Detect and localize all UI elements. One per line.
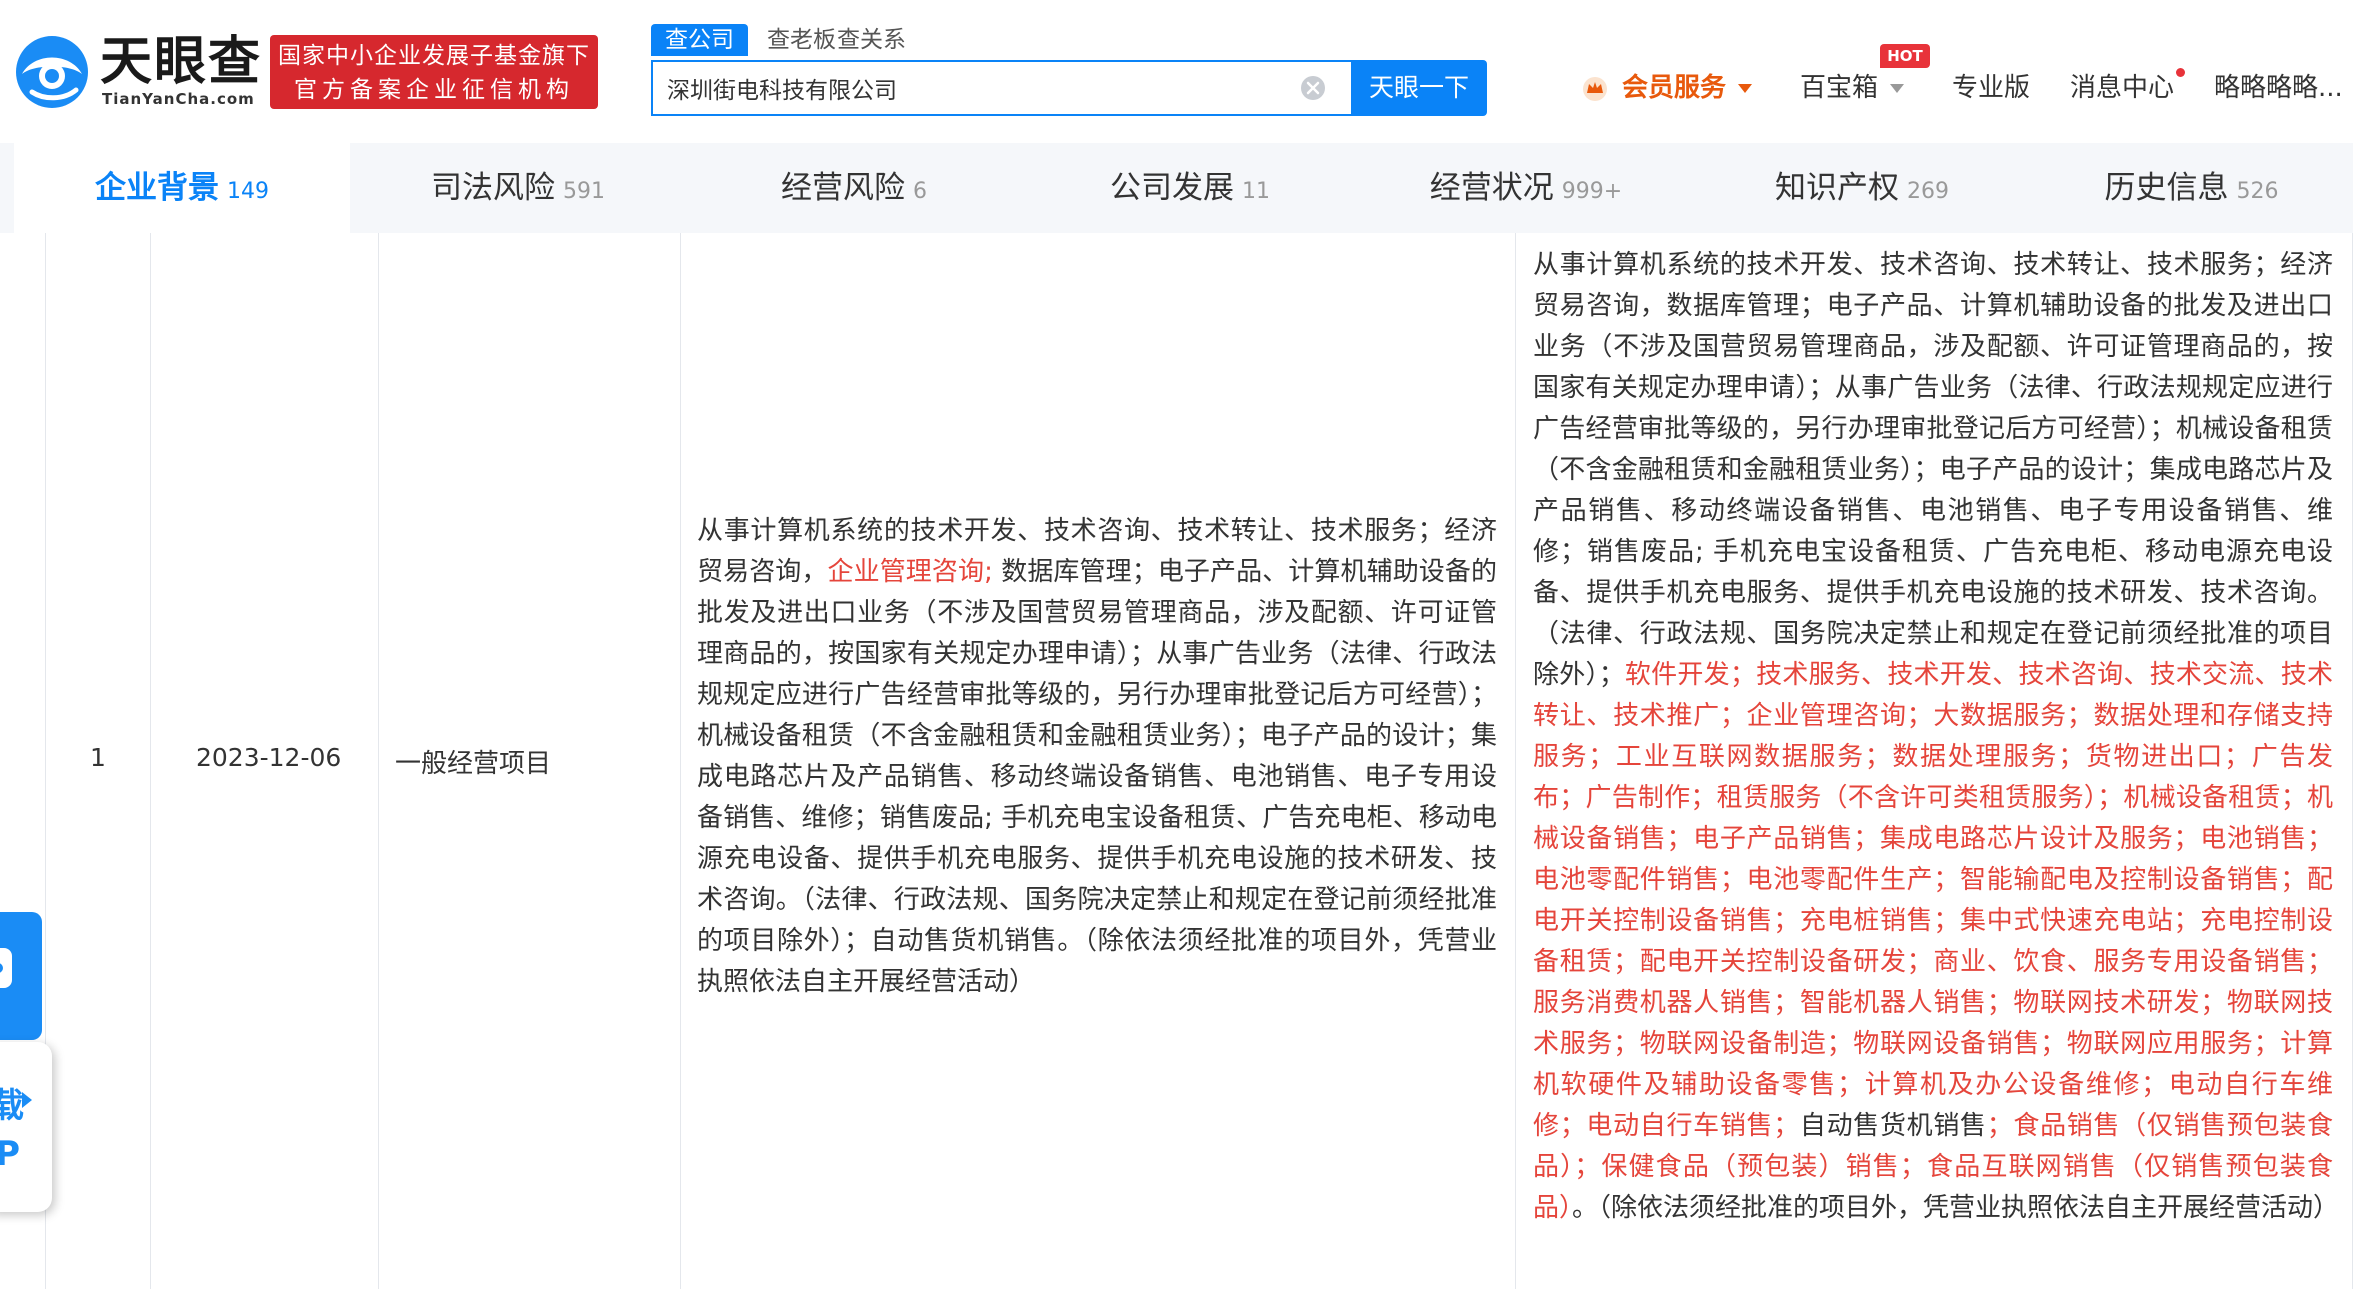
chevron-down-icon	[1890, 84, 1905, 93]
column-divider	[680, 233, 681, 1289]
brand-domain: TianYanCha.com	[102, 90, 255, 108]
chat-icon	[0, 948, 12, 988]
tab-count: 591	[563, 179, 605, 204]
tab-count: 999+	[1561, 179, 1623, 204]
chevron-down-icon	[1738, 84, 1753, 93]
vip-service-menu[interactable]: 会员服务	[1622, 66, 1753, 110]
brand-name: 天眼查	[100, 32, 263, 92]
tab-search-boss[interactable]: 查老板	[767, 24, 836, 56]
pro-version-link[interactable]: 专业版	[1952, 66, 2030, 110]
column-divider	[150, 233, 151, 1289]
column-divider	[1515, 233, 1516, 1289]
change-item: 一般经营项目	[395, 749, 552, 779]
after-text: 自动售货机销售	[1799, 1111, 1987, 1141]
tab-label: 历史信息	[2104, 170, 2229, 206]
badge-line-2: 官方备案企业征信机构	[294, 77, 574, 103]
before-text: 数据库管理；电子产品、计算机辅助设备的批发及进出口业务（不涉及国营贸易管理商品，…	[697, 557, 1497, 997]
download-app-char: P	[0, 1134, 20, 1174]
after-highlight: 软件开发；技术服务、技术开发、技术咨询、技术交流、技术转让、技术推广；企业管理咨…	[1533, 660, 2333, 1141]
user-menu[interactable]: 略略略略...	[2214, 66, 2343, 110]
tab-company-development[interactable]: 公司发展 11	[1022, 143, 1358, 233]
search-input[interactable]	[667, 62, 1277, 114]
tab-company-background[interactable]: 企业背景 149	[14, 143, 350, 233]
search-box	[651, 60, 1351, 116]
tab-business-status[interactable]: 经营状况 999+	[1358, 143, 1694, 233]
tab-count: 149	[227, 179, 269, 204]
download-app-char: 载	[0, 1086, 24, 1126]
change-date: 2023-12-06	[196, 743, 342, 772]
vip-service-label: 会员服务	[1622, 73, 1727, 103]
official-badge: 国家中小企业发展子基金旗下 官方备案企业征信机构	[270, 35, 598, 109]
content-after-change: 从事计算机系统的技术开发、技术咨询、技术转让、技术服务；经济贸易咨询，数据库管理…	[1533, 245, 2339, 1229]
after-text: 。（除依法须经批准的项目外，凭营业执照依法自主开展经营活动）	[1572, 1193, 2340, 1223]
tab-count: 526	[2236, 179, 2279, 204]
tab-label: 企业背景	[95, 170, 219, 206]
download-app-text: 载 P	[0, 1082, 24, 1178]
tab-count: 11	[1242, 179, 1270, 204]
message-center-link[interactable]: 消息中心	[2070, 66, 2174, 110]
search-button[interactable]: 天眼一下	[1351, 60, 1487, 116]
hot-badge: HOT	[1880, 44, 1930, 68]
toolbox-label: 百宝箱	[1800, 73, 1879, 103]
toolbox-menu[interactable]: 百宝箱	[1800, 66, 1905, 110]
after-text: 从事计算机系统的技术开发、技术咨询、技术转让、技术服务；经济贸易咨询，数据库管理…	[1533, 250, 2333, 690]
change-record-table: 1 2023-12-06 一般经营项目 从事计算机系统的技术开发、技术咨询、技术…	[0, 233, 2353, 1289]
tab-label: 公司发展	[1110, 170, 1234, 206]
row-index: 1	[90, 743, 106, 772]
clear-icon[interactable]	[1299, 74, 1327, 102]
content-before-change: 从事计算机系统的技术开发、技术咨询、技术转让、技术服务；经济贸易咨询，企业管理咨…	[697, 511, 1497, 1003]
eye-logo-icon	[16, 36, 88, 108]
tab-count: 6	[913, 179, 927, 204]
tab-label: 经营状况	[1429, 170, 1554, 206]
download-app-widget[interactable]: 载 P	[0, 1042, 52, 1212]
arrow-right-icon	[22, 1092, 32, 1108]
tab-intellectual-property[interactable]: 知识产权 269	[1694, 143, 2030, 233]
crown-icon	[1583, 77, 1607, 101]
side-service-widget[interactable]	[0, 912, 42, 1040]
tab-search-relation[interactable]: 查关系	[837, 24, 906, 56]
tab-history-info[interactable]: 历史信息 526	[2030, 143, 2353, 233]
category-tab-bar: 企业背景 149 司法风险 591 经营风险 6 公司发展 11 经营状况 999+ 知识…	[0, 143, 2353, 233]
notification-dot	[2176, 68, 2185, 77]
badge-line-1: 国家中小企业发展子基金旗下	[278, 43, 590, 69]
before-highlight: 企业管理咨询;	[827, 557, 993, 587]
tab-operation-risk[interactable]: 经营风险 6	[686, 143, 1022, 233]
tab-count: 269	[1907, 179, 1949, 204]
tab-judicial-risk[interactable]: 司法风险 591	[350, 143, 686, 233]
tab-label: 知识产权	[1775, 170, 1899, 206]
tab-label: 司法风险	[431, 170, 555, 206]
tab-search-company[interactable]: 查公司	[651, 24, 748, 56]
column-divider	[378, 233, 379, 1289]
site-logo[interactable]: 天眼查 TianYanCha.com	[14, 32, 260, 110]
tab-label: 经营风险	[781, 170, 905, 206]
top-header: 天眼查 TianYanCha.com 国家中小企业发展子基金旗下 官方备案企业征…	[0, 0, 2353, 144]
